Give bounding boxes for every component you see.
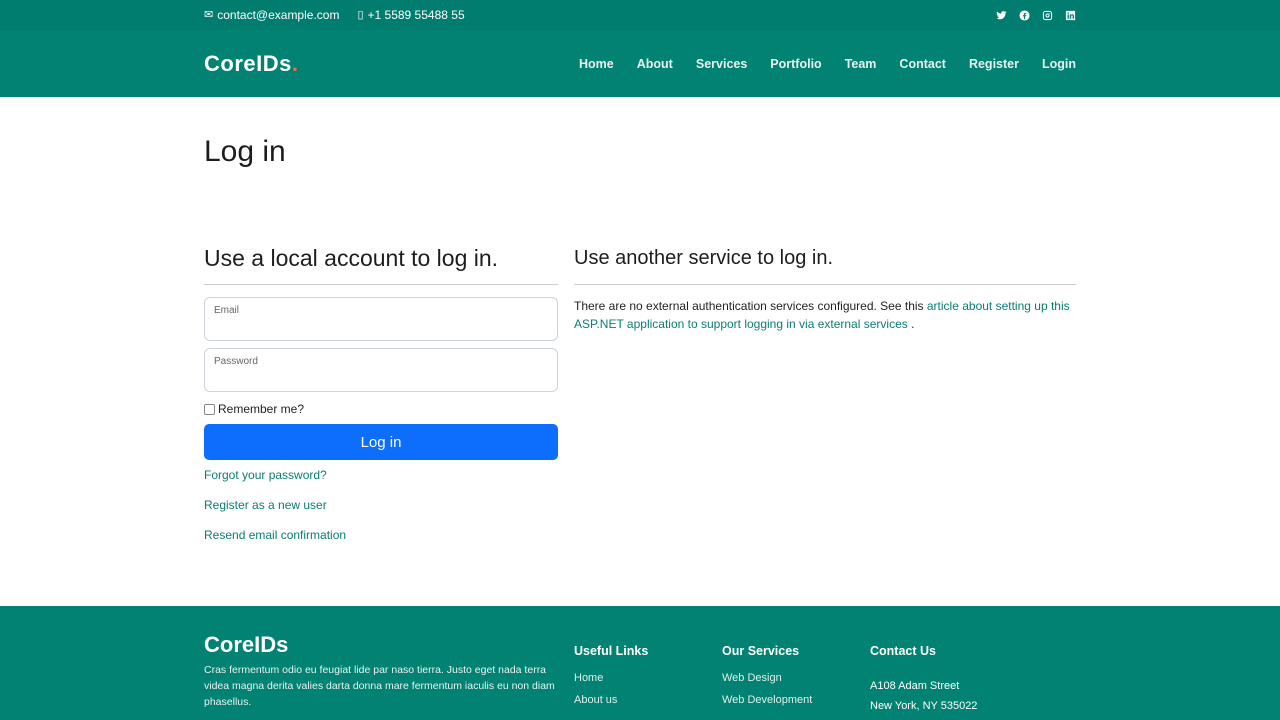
remember-me-label: Remember me? xyxy=(218,402,305,416)
nav-register[interactable]: Register xyxy=(969,57,1019,71)
page-title: Log in xyxy=(204,135,286,168)
external-login-heading: Use another service to log in. xyxy=(574,247,1076,285)
contact-address-line1: A108 Adam Street xyxy=(870,680,960,692)
nav-portfolio[interactable]: Portfolio xyxy=(770,57,821,71)
contact-address: A108 Adam Street New York, NY 535022 xyxy=(870,676,1018,716)
email-label: Email xyxy=(214,305,240,316)
site-logo[interactable]: CoreIDs. xyxy=(204,51,298,77)
facebook-icon[interactable] xyxy=(1019,9,1030,21)
main-nav: Home About Services Portfolio Team Conta… xyxy=(579,57,1076,71)
local-login-section: Use a local account to log in. Email Pas… xyxy=(204,245,558,542)
nav-about[interactable]: About xyxy=(637,57,673,71)
password-input[interactable] xyxy=(214,369,548,387)
external-text-after: . xyxy=(907,317,915,331)
footer-useful-links: Useful Links Home About us xyxy=(574,606,722,716)
footer-service-web-design[interactable]: Web Design xyxy=(722,672,870,684)
services-heading: Our Services xyxy=(722,644,800,658)
password-field[interactable]: Password xyxy=(204,348,558,392)
linkedin-icon[interactable] xyxy=(1065,10,1076,21)
footer-link-home[interactable]: Home xyxy=(574,672,722,684)
password-label: Password xyxy=(214,356,258,367)
topbar-email-text: contact@example.com xyxy=(217,8,340,22)
topbar-phone[interactable]: ▯ +1 5589 55488 55 xyxy=(357,8,464,22)
nav-home[interactable]: Home xyxy=(579,57,614,71)
footer-service-web-development[interactable]: Web Development xyxy=(722,694,870,706)
register-link[interactable]: Register as a new user xyxy=(204,498,558,512)
checkbox-box[interactable] xyxy=(204,403,215,415)
nav-contact[interactable]: Contact xyxy=(899,57,946,71)
site-logo-text: CoreIDs xyxy=(204,50,292,76)
topbar-email[interactable]: ✉ contact@example.com xyxy=(204,8,339,22)
nav-services[interactable]: Services xyxy=(696,57,747,71)
resend-confirmation-link[interactable]: Resend email confirmation xyxy=(204,528,558,542)
remember-me-checkbox[interactable]: Remember me? xyxy=(204,402,558,416)
footer-link-about[interactable]: About us xyxy=(574,694,722,706)
social-links xyxy=(996,9,1076,21)
twitter-icon[interactable] xyxy=(996,10,1007,21)
top-bar: ✉ contact@example.com ▯ +1 5589 55488 55 xyxy=(0,0,1280,30)
envelope-icon: ✉ xyxy=(204,8,214,21)
nav-team[interactable]: Team xyxy=(845,57,877,71)
account-links: Forgot your password? Register as a new … xyxy=(204,468,558,542)
login-button[interactable]: Log in xyxy=(204,424,558,460)
phone-icon: ▯ xyxy=(357,8,364,21)
footer-logo: CoreIDs xyxy=(204,632,289,657)
contact-heading: Contact Us xyxy=(870,644,936,658)
topbar-phone-text: +1 5589 55488 55 xyxy=(367,8,465,22)
footer-about: CoreIDs Cras fermentum odio eu feugiat l… xyxy=(204,606,574,716)
forgot-password-link[interactable]: Forgot your password? xyxy=(204,468,558,482)
local-login-heading: Use a local account to log in. xyxy=(204,245,558,285)
email-field[interactable]: Email xyxy=(204,297,558,341)
external-login-section: Use another service to log in. There are… xyxy=(574,247,1076,542)
external-login-text: There are no external authentication ser… xyxy=(574,297,1076,333)
main-content: Log in Use a local account to log in. Em… xyxy=(0,97,1280,542)
external-text-before: There are no external authentication ser… xyxy=(574,299,927,313)
site-header: CoreIDs. Home About Services Portfolio T… xyxy=(0,30,1280,97)
footer-services: Our Services Web Design Web Development xyxy=(722,606,870,716)
nav-login[interactable]: Login xyxy=(1042,57,1076,71)
instagram-icon[interactable] xyxy=(1042,10,1053,21)
email-input[interactable] xyxy=(214,318,548,336)
footer-contact: Contact Us A108 Adam Street New York, NY … xyxy=(870,606,1018,716)
site-footer: CoreIDs Cras fermentum odio eu feugiat l… xyxy=(0,606,1280,720)
contact-address-line2: New York, NY 535022 xyxy=(870,700,978,712)
logo-dot: . xyxy=(291,50,299,76)
footer-description: Cras fermentum odio eu feugiat lide par … xyxy=(204,664,555,708)
useful-links-heading: Useful Links xyxy=(574,644,649,658)
